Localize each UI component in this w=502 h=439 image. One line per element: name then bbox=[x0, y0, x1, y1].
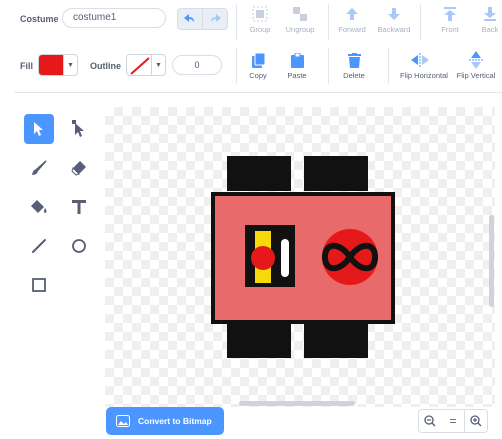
back-icon bbox=[484, 7, 496, 21]
costume-label: Costume bbox=[20, 14, 59, 24]
text-icon bbox=[72, 200, 86, 214]
line-icon bbox=[32, 239, 46, 253]
separator bbox=[328, 4, 329, 40]
paste-button[interactable]: Paste bbox=[277, 52, 317, 80]
group-icon bbox=[252, 6, 268, 22]
bottom-right-wheel bbox=[304, 324, 368, 358]
fill-dropdown-button[interactable]: ▼ bbox=[64, 54, 78, 76]
back-label: Back bbox=[481, 25, 499, 34]
horizontal-scrollbar[interactable] bbox=[239, 401, 355, 406]
arrow-cursor-icon bbox=[34, 122, 43, 136]
paste-icon bbox=[290, 52, 304, 68]
flip-horizontal-button[interactable]: Flip Horizontal bbox=[400, 52, 448, 80]
zoom-out-icon bbox=[424, 415, 436, 427]
text-tool-button[interactable] bbox=[64, 192, 94, 222]
flip-vertical-button[interactable]: Flip Vertical bbox=[456, 51, 496, 80]
rectangle-tool-button[interactable] bbox=[24, 270, 54, 300]
zoom-out-button[interactable] bbox=[418, 409, 442, 433]
front-label: Front bbox=[441, 25, 459, 34]
forward-icon bbox=[346, 8, 358, 20]
flip-horizontal-label: Flip Horizontal bbox=[400, 71, 448, 80]
reshape-icon bbox=[72, 120, 84, 137]
backward-label: Backward bbox=[377, 25, 411, 34]
brush-tool-button[interactable] bbox=[24, 153, 54, 183]
paste-label: Paste bbox=[287, 71, 307, 80]
delete-label: Delete bbox=[343, 71, 365, 80]
ungroup-label: Ungroup bbox=[285, 25, 315, 34]
forward-button[interactable]: Forward bbox=[332, 6, 372, 34]
red-indicator bbox=[251, 246, 275, 270]
convert-to-bitmap-label: Convert to Bitmap bbox=[138, 416, 212, 426]
outline-dropdown-button[interactable]: ▼ bbox=[152, 54, 166, 76]
select-tool-button[interactable] bbox=[24, 114, 54, 144]
vertical-scrollbar[interactable] bbox=[489, 215, 494, 307]
bottom-left-wheel bbox=[227, 324, 291, 358]
image-icon bbox=[116, 415, 130, 427]
flip-vertical-label: Flip Vertical bbox=[456, 71, 496, 80]
caret-down-icon: ▼ bbox=[67, 61, 74, 69]
line-tool-button[interactable] bbox=[24, 231, 54, 261]
separator bbox=[328, 48, 329, 84]
fill-tool-button[interactable] bbox=[24, 192, 54, 222]
white-slot bbox=[281, 239, 289, 277]
front-button[interactable]: Front bbox=[430, 6, 470, 34]
no-color-icon bbox=[130, 57, 150, 75]
eraser-icon bbox=[71, 161, 86, 176]
zoom-reset-symbol: = bbox=[449, 414, 457, 428]
separator bbox=[388, 48, 389, 84]
backward-icon bbox=[388, 8, 400, 20]
zoom-in-icon bbox=[470, 415, 482, 427]
forward-label: Forward bbox=[338, 25, 366, 34]
redo-button[interactable] bbox=[202, 8, 228, 30]
backward-button[interactable]: Backward bbox=[374, 6, 414, 34]
paint-canvas[interactable] bbox=[105, 107, 495, 407]
ungroup-icon bbox=[293, 7, 307, 21]
outline-label: Outline bbox=[90, 61, 121, 71]
front-icon bbox=[444, 7, 456, 21]
trash-icon bbox=[347, 52, 361, 68]
outline-width-input[interactable]: 0 bbox=[172, 55, 222, 75]
flip-horizontal-icon bbox=[411, 53, 429, 67]
redo-icon bbox=[211, 14, 221, 22]
eraser-tool-button[interactable] bbox=[64, 153, 94, 183]
group-button[interactable]: Group bbox=[240, 6, 280, 34]
bucket-icon bbox=[31, 200, 47, 213]
outline-color-swatch[interactable] bbox=[126, 54, 152, 76]
convert-to-bitmap-button[interactable]: Convert to Bitmap bbox=[106, 407, 224, 435]
caret-down-icon: ▼ bbox=[155, 61, 162, 69]
robot-costume-drawing bbox=[211, 156, 395, 358]
separator bbox=[420, 4, 421, 40]
zoom-reset-button[interactable]: = bbox=[441, 409, 465, 433]
undo-icon bbox=[184, 14, 194, 22]
separator bbox=[236, 48, 237, 84]
ungroup-button[interactable]: Ungroup bbox=[280, 6, 320, 34]
circle-icon bbox=[72, 239, 86, 253]
back-button[interactable]: Back bbox=[470, 6, 502, 34]
fill-label: Fill bbox=[20, 61, 33, 71]
fill-color-swatch[interactable] bbox=[38, 54, 64, 76]
copy-button[interactable]: Copy bbox=[238, 52, 278, 80]
flip-vertical-icon bbox=[469, 51, 483, 69]
undo-button[interactable] bbox=[177, 8, 203, 30]
toolbar-divider bbox=[14, 92, 502, 93]
group-label: Group bbox=[249, 25, 271, 34]
rectangle-icon bbox=[32, 278, 46, 292]
copy-icon bbox=[251, 52, 265, 68]
top-right-wheel bbox=[304, 156, 368, 191]
delete-button[interactable]: Delete bbox=[334, 52, 374, 80]
zoom-in-button[interactable] bbox=[464, 409, 488, 433]
circle-tool-button[interactable] bbox=[64, 231, 94, 261]
costume-name-input[interactable]: costume1 bbox=[62, 8, 166, 28]
separator bbox=[236, 4, 237, 40]
brush-icon bbox=[32, 160, 47, 175]
copy-label: Copy bbox=[249, 71, 267, 80]
reshape-tool-button[interactable] bbox=[64, 114, 94, 144]
top-left-wheel bbox=[227, 156, 291, 191]
